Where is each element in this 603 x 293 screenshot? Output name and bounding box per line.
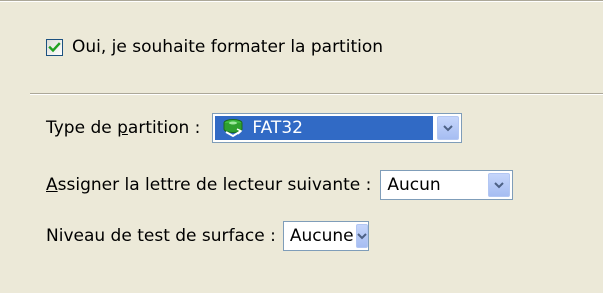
chevron-down-icon [494,181,505,188]
format-partition-option[interactable]: Oui, je souhaite formater la partition [46,34,383,60]
checkmark-icon [48,41,61,52]
drive-letter-select[interactable]: Aucun [380,170,514,200]
partition-type-label: Type de partition : [46,118,201,138]
section-divider-highlight [30,94,603,95]
surface-test-row: Niveau de test de surface : Aucune [46,221,369,251]
chevron-down-icon [356,232,367,239]
drive-letter-row: Assigner la lettre de lecteur suivante :… [46,170,514,200]
top-divider-highlight [0,1,603,2]
surface-test-label: Niveau de test de surface : [46,226,276,246]
partition-type-row: Type de partition : FAT32 [46,113,463,143]
surface-test-select[interactable]: Aucune [282,221,369,251]
surface-test-dropdown-button[interactable] [355,224,368,248]
format-partition-checkbox[interactable] [46,38,63,56]
drive-letter-label: Assigner la lettre de lecteur suivante : [46,175,372,195]
partition-type-dropdown-button[interactable] [437,116,460,140]
partition-type-value: FAT32 [215,116,434,140]
partition-icon [222,118,244,138]
drive-letter-value: Aucun [387,175,441,195]
drive-letter-dropdown-button[interactable] [488,173,511,197]
chevron-down-icon [443,124,454,131]
surface-test-value: Aucune [289,226,354,246]
format-partition-label: Oui, je souhaite formater la partition [72,37,384,57]
partition-type-select[interactable]: FAT32 [212,113,463,143]
